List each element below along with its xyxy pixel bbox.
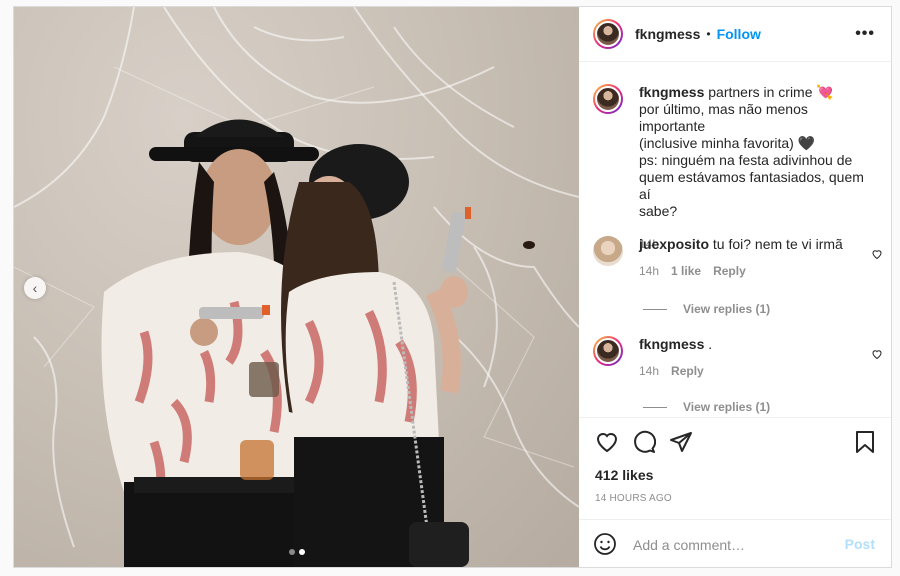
comment-text: tu foi? nem te vi irmã: [712, 236, 843, 252]
author-username[interactable]: fkngmess: [635, 26, 700, 42]
comment-likes[interactable]: 1 like: [671, 263, 701, 280]
caption-avatar[interactable]: [593, 84, 623, 114]
comment-username[interactable]: juexposito: [639, 236, 709, 252]
caption-line: partners in crime 💘: [708, 84, 834, 100]
share-icon[interactable]: [669, 430, 693, 454]
caption-line: ps: ninguém na festa adivinhou de: [639, 152, 853, 168]
comment-time[interactable]: 14h: [639, 363, 659, 380]
action-bar: [579, 417, 891, 468]
post-timestamp[interactable]: 14 HOURS AGO: [595, 493, 672, 504]
post-button[interactable]: Post: [845, 536, 875, 552]
chevron-left-icon[interactable]: ‹: [24, 277, 46, 299]
post-photo[interactable]: ‹: [14, 7, 579, 567]
follow-button[interactable]: Follow: [717, 26, 761, 42]
likes-count[interactable]: 412 likes: [595, 467, 653, 483]
comment-input[interactable]: [631, 532, 835, 558]
comment-item: fkngmess . 14h Reply: [593, 336, 883, 380]
view-replies-label: View replies (1): [683, 302, 771, 316]
caption: fkngmess partners in crime 💘 por último,…: [593, 84, 883, 253]
post-side-panel: fkngmess • Follow ••• fkngmess partners …: [579, 7, 891, 567]
caption-username[interactable]: fkngmess: [639, 84, 704, 100]
heart-icon[interactable]: [595, 430, 619, 454]
comment-time[interactable]: 14h: [639, 263, 659, 280]
comment-username[interactable]: fkngmess: [639, 336, 704, 352]
add-comment-bar: Post: [579, 519, 891, 568]
carousel-dot-active: [299, 549, 305, 555]
woman-figure: [281, 144, 471, 567]
separator: •: [706, 27, 711, 41]
view-replies-button[interactable]: View replies (1): [643, 302, 770, 316]
heart-icon[interactable]: [871, 248, 883, 260]
comment-avatar[interactable]: [593, 336, 623, 366]
caption-line: sabe?: [639, 203, 678, 219]
more-horizontal-icon[interactable]: •••: [855, 25, 875, 43]
comment-icon[interactable]: [632, 430, 656, 454]
view-replies-label: View replies (1): [683, 400, 771, 414]
caption-line: por último, mas não menos importante: [639, 101, 808, 134]
comment-text: .: [708, 336, 713, 352]
author-avatar[interactable]: [593, 19, 623, 49]
heart-icon[interactable]: [871, 348, 883, 360]
post-card: ‹ fkngmess • Follow ••• fkngmess partner…: [13, 6, 892, 568]
reply-button[interactable]: Reply: [713, 263, 746, 280]
caption-line: (inclusive minha favorita) 🖤: [639, 135, 816, 151]
carousel-indicator: [289, 549, 305, 555]
caption-line: quem estávamos fantasiados, quem aí: [639, 169, 864, 202]
view-replies-button[interactable]: View replies (1): [643, 400, 770, 414]
carousel-dot: [289, 549, 295, 555]
reply-button[interactable]: Reply: [671, 363, 704, 380]
comment-item: juexposito tu foi? nem te vi irmã 14h 1 …: [593, 236, 883, 280]
bookmark-icon[interactable]: [853, 430, 877, 454]
emoji-icon[interactable]: [593, 532, 617, 556]
comment-avatar[interactable]: [593, 236, 623, 266]
post-header: fkngmess • Follow •••: [579, 7, 891, 62]
comments-section: fkngmess partners in crime 💘 por último,…: [579, 62, 891, 417]
